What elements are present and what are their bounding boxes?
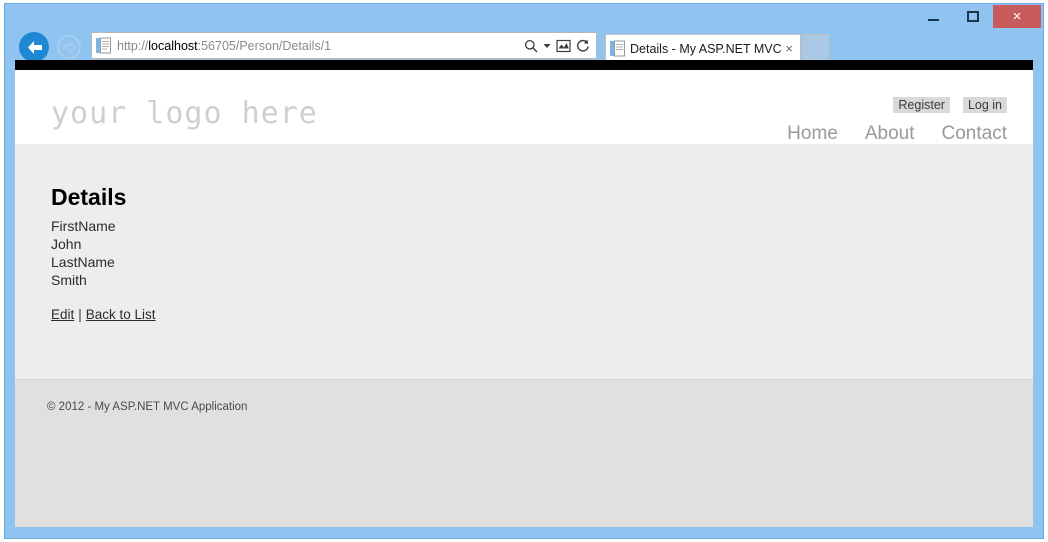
edit-link[interactable]: Edit bbox=[51, 307, 74, 322]
field-value-lastname: Smith bbox=[51, 272, 87, 288]
back-arrow-icon bbox=[27, 40, 42, 54]
window-controls: × bbox=[913, 5, 1041, 28]
close-button[interactable]: × bbox=[993, 5, 1041, 28]
back-to-list-link[interactable]: Back to List bbox=[86, 307, 156, 322]
page-document-icon bbox=[96, 37, 111, 54]
close-icon: × bbox=[1012, 8, 1022, 25]
main-nav: Home About Contact bbox=[787, 123, 1007, 145]
address-bar-icons bbox=[524, 39, 596, 53]
url-host: localhost bbox=[148, 38, 198, 53]
title-bar: × bbox=[5, 4, 1043, 30]
page-title: Details bbox=[51, 184, 127, 210]
site-footer: © 2012 - My ASP.NET MVC Application bbox=[15, 379, 1033, 527]
minimize-button[interactable] bbox=[913, 5, 953, 28]
field-label-firstname: FirstName bbox=[51, 218, 116, 234]
tab-title: Details - My ASP.NET MVC ... bbox=[630, 41, 783, 56]
maximize-button[interactable] bbox=[953, 5, 993, 28]
top-black-bar bbox=[15, 60, 1033, 70]
register-link[interactable]: Register bbox=[893, 97, 950, 113]
url-path: :56705/Person/Details/1 bbox=[197, 38, 332, 53]
new-tab-button[interactable] bbox=[802, 34, 829, 62]
nav-item-contact[interactable]: Contact bbox=[942, 123, 1007, 145]
page-viewport: your logo here Register Log in Home Abou… bbox=[15, 60, 1033, 527]
url-text: http://localhost:56705/Person/Details/1 bbox=[117, 39, 524, 53]
compatibility-view-icon[interactable] bbox=[556, 39, 571, 53]
browser-window: × http://localhost:56705/Person/Details/… bbox=[4, 3, 1044, 539]
forward-button[interactable] bbox=[57, 35, 81, 59]
details-field-list: FirstName John LastName Smith bbox=[51, 217, 1033, 289]
url-scheme: http:// bbox=[117, 38, 149, 53]
maximize-icon bbox=[967, 11, 979, 22]
minimize-icon bbox=[927, 19, 939, 21]
tab-page-icon bbox=[610, 40, 625, 57]
back-button[interactable] bbox=[19, 32, 49, 62]
auth-links: Register Log in bbox=[893, 97, 1007, 113]
forward-arrow-icon bbox=[62, 41, 76, 53]
nav-item-about[interactable]: About bbox=[865, 123, 915, 145]
field-label-lastname: LastName bbox=[51, 254, 115, 270]
chevron-down-icon[interactable] bbox=[543, 42, 551, 50]
action-links: Edit | Back to List bbox=[51, 307, 1033, 322]
nav-item-home[interactable]: Home bbox=[787, 123, 838, 145]
browser-tab[interactable]: Details - My ASP.NET MVC ... × bbox=[605, 34, 801, 62]
site-logo[interactable]: your logo here bbox=[51, 96, 318, 131]
search-icon[interactable] bbox=[524, 39, 538, 53]
site-header: your logo here Register Log in Home Abou… bbox=[15, 70, 1033, 144]
login-link[interactable]: Log in bbox=[962, 97, 1007, 113]
refresh-icon[interactable] bbox=[576, 39, 590, 53]
footer-copyright: © 2012 - My ASP.NET MVC Application bbox=[47, 401, 248, 413]
main-content: Details FirstName John LastName Smith Ed… bbox=[15, 144, 1033, 394]
field-value-firstname: John bbox=[51, 236, 82, 252]
tab-close-icon[interactable]: × bbox=[782, 41, 796, 56]
address-bar[interactable]: http://localhost:56705/Person/Details/1 bbox=[91, 32, 597, 59]
action-separator: | bbox=[78, 307, 82, 322]
